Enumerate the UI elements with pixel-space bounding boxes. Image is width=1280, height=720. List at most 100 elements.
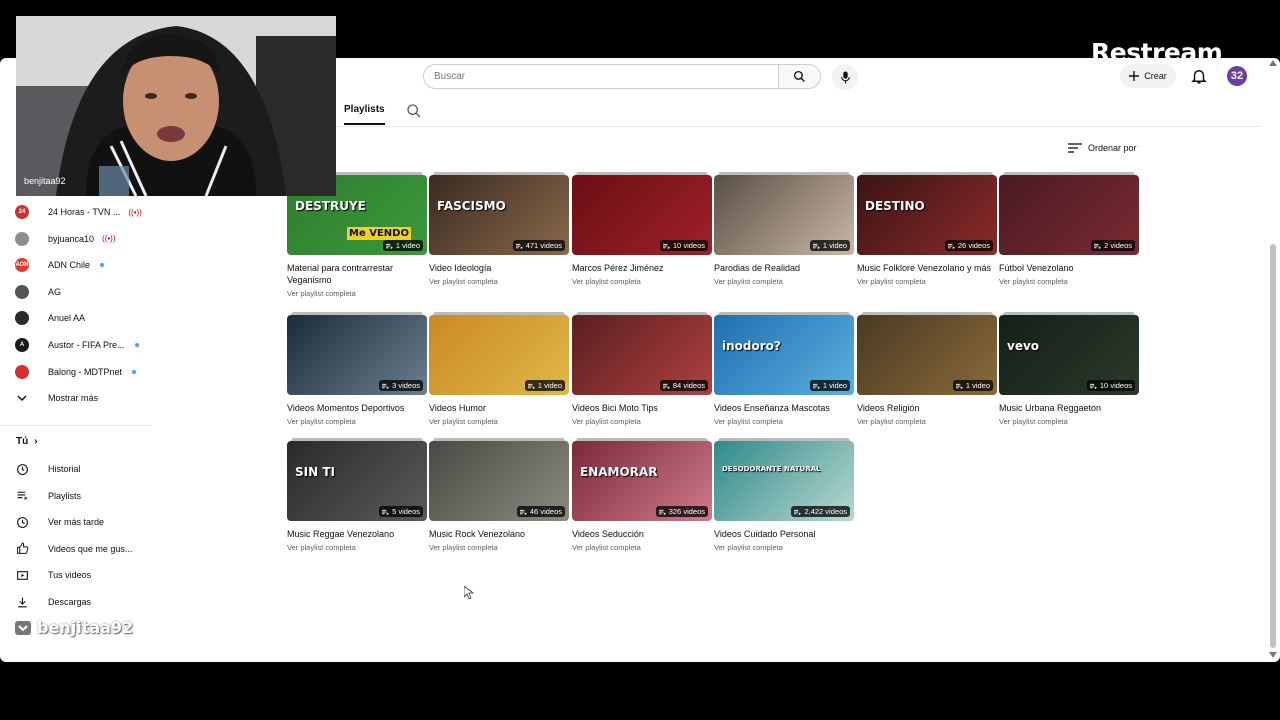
view-full-playlist-link[interactable]: Ver playlist completa bbox=[999, 277, 1139, 286]
thumbnail-image: 10 videos bbox=[572, 175, 712, 255]
channel-avatar-icon bbox=[14, 284, 30, 300]
channel-search-icon[interactable] bbox=[406, 103, 422, 119]
view-full-playlist-link[interactable]: Ver playlist completa bbox=[429, 277, 569, 286]
playlist-card[interactable]: 10 videos Marcos Pérez Jiménez Ver playlis… bbox=[572, 172, 712, 286]
playlist-title[interactable]: Video Ideología bbox=[429, 262, 569, 274]
sort-button[interactable]: Ordenar por bbox=[1068, 143, 1137, 153]
playlist-card[interactable]: vevo 10 videos Music Urbana Reggaeton Ver p… bbox=[999, 312, 1139, 426]
playlist-title[interactable]: Music Reggae Venezolano bbox=[287, 528, 427, 540]
playlist-thumbnail[interactable]: 84 videos bbox=[572, 312, 712, 395]
view-full-playlist-link[interactable]: Ver playlist completa bbox=[572, 277, 712, 286]
playlist-card[interactable]: 3 videos Videos Momentos Deportivos Ver pl… bbox=[287, 312, 427, 426]
playlist-thumbnail[interactable]: vevo 10 videos bbox=[999, 312, 1139, 395]
view-full-playlist-link[interactable]: Ver playlist completa bbox=[857, 277, 997, 286]
playlist-thumbnail[interactable]: ENAMORAR 326 videos bbox=[572, 438, 712, 521]
playlist-title[interactable]: Videos Cuidado Personal bbox=[714, 528, 854, 540]
playlist-title[interactable]: Videos Momentos Deportivos bbox=[287, 402, 427, 414]
view-full-playlist-link[interactable]: Ver playlist completa bbox=[429, 417, 569, 426]
sidebar-you-header[interactable]: Tú › bbox=[16, 436, 38, 447]
playlist-thumbnail[interactable]: inodoro? 1 video bbox=[714, 312, 854, 395]
playlist-thumbnail[interactable]: DESODORANTE NATURAL 2,422 videos bbox=[714, 438, 854, 521]
playlist-thumbnail[interactable]: 1 video bbox=[714, 172, 854, 255]
clock-icon bbox=[14, 514, 30, 530]
playlist-thumbnail[interactable]: 2 videos bbox=[999, 172, 1139, 255]
playlist-title[interactable]: Videos Religión bbox=[857, 402, 997, 414]
sidebar-subscription-item[interactable]: AG bbox=[14, 282, 61, 302]
sidebar-item-thumbs-up[interactable]: Videos que me gus... bbox=[14, 539, 132, 559]
playlist-title[interactable]: Music Folklore Venezolano y más bbox=[857, 262, 997, 274]
view-full-playlist-link[interactable]: Ver playlist completa bbox=[714, 543, 854, 552]
playlist-thumbnail[interactable]: 46 videos bbox=[429, 438, 569, 521]
tab-playlists[interactable]: Playlists bbox=[344, 104, 385, 125]
sidebar-subscription-item[interactable]: Anuel AA bbox=[14, 308, 85, 328]
playlist-icon bbox=[1089, 383, 1097, 389]
sidebar-item-clock[interactable]: Ver más tarde bbox=[14, 512, 104, 532]
playlist-title[interactable]: Parodias de Realidad bbox=[714, 262, 854, 274]
sidebar-show-more[interactable]: Mostrar más bbox=[14, 388, 98, 408]
webcam-overlay: benjitaa92 bbox=[16, 16, 336, 196]
view-full-playlist-link[interactable]: Ver playlist completa bbox=[287, 417, 427, 426]
scrollbar-thumb[interactable] bbox=[1270, 244, 1276, 648]
playlist-card[interactable]: 1 video Parodias de Realidad Ver playlist … bbox=[714, 172, 854, 286]
video-count-text: 471 videos bbox=[525, 241, 562, 250]
playlist-card[interactable]: SIN TI 5 videos Music Reggae Venezolano Ver… bbox=[287, 438, 427, 552]
playlist-thumbnail[interactable]: DESTINO 26 videos bbox=[857, 172, 997, 255]
playlist-thumbnail[interactable]: 1 video bbox=[429, 312, 569, 395]
playlist-thumbnail[interactable]: 1 video bbox=[857, 312, 997, 395]
sidebar-subscription-item[interactable]: Balong - MDTPnet bbox=[14, 362, 137, 382]
sidebar-item-download[interactable]: Descargas bbox=[14, 592, 91, 612]
playlist-title[interactable]: Material para contrarrestar Veganismo bbox=[287, 262, 427, 286]
thumbnail-image: vevo 10 videos bbox=[999, 315, 1139, 395]
playlist-title[interactable]: Videos Humor bbox=[429, 402, 569, 414]
view-full-playlist-link[interactable]: Ver playlist completa bbox=[287, 543, 427, 552]
playlist-card[interactable]: DESODORANTE NATURAL 2,422 videos Videos Cu… bbox=[714, 438, 854, 552]
view-full-playlist-link[interactable]: Ver playlist completa bbox=[999, 417, 1139, 426]
playlist-title[interactable]: Videos Seducción bbox=[572, 528, 712, 540]
account-avatar[interactable]: 32 bbox=[1227, 66, 1247, 86]
playlist-title[interactable]: Fútbol Venezolano bbox=[999, 262, 1139, 274]
tabs-divider bbox=[280, 126, 1260, 127]
playlist-card[interactable]: FASCISMO 471 videos Video Ideología Ver pla… bbox=[429, 172, 569, 286]
view-full-playlist-link[interactable]: Ver playlist completa bbox=[572, 543, 712, 552]
search-button[interactable] bbox=[778, 65, 820, 88]
view-full-playlist-link[interactable]: Ver playlist completa bbox=[714, 277, 854, 286]
voice-search-button[interactable] bbox=[832, 64, 858, 90]
playlist-thumbnail[interactable]: 3 videos bbox=[287, 312, 427, 395]
thumbnail-text: SIN TI bbox=[295, 465, 335, 479]
playlist-card[interactable]: 2 videos Fútbol Venezolano Ver playlist co… bbox=[999, 172, 1139, 286]
sidebar-item-playlists[interactable]: Playlists bbox=[14, 486, 81, 506]
playlist-title[interactable]: Videos Bici Moto Tips bbox=[572, 402, 712, 414]
playlist-title[interactable]: Music Rock Venezolano bbox=[429, 528, 569, 540]
playlist-card[interactable]: 46 videos Music Rock Venezolano Ver playli… bbox=[429, 438, 569, 552]
playlist-title[interactable]: Music Urbana Reggaeton bbox=[999, 402, 1139, 414]
video-count-text: 1 video bbox=[537, 381, 562, 390]
playlist-thumbnail[interactable]: SIN TI 5 videos bbox=[287, 438, 427, 521]
view-full-playlist-link[interactable]: Ver playlist completa bbox=[429, 543, 569, 552]
view-full-playlist-link[interactable]: Ver playlist completa bbox=[857, 417, 997, 426]
playlist-thumbnail[interactable]: FASCISMO 471 videos bbox=[429, 172, 569, 255]
sidebar-item-play-square[interactable]: Tus videos bbox=[14, 565, 91, 585]
view-full-playlist-link[interactable]: Ver playlist completa bbox=[287, 289, 427, 298]
thumbnail-image: 1 video bbox=[714, 175, 854, 255]
search-input[interactable] bbox=[424, 65, 780, 88]
playlist-card[interactable]: inodoro? 1 video Videos Enseñanza Mascotas… bbox=[714, 312, 854, 426]
sidebar-subscription-item[interactable]: 24 24 Horas - TVN ... ((•)) bbox=[14, 202, 142, 222]
playlist-thumbnail[interactable]: 10 videos bbox=[572, 172, 712, 255]
playlist-card[interactable]: 84 videos Videos Bici Moto Tips Ver playli… bbox=[572, 312, 712, 426]
sidebar-item-history[interactable]: Historial bbox=[14, 459, 81, 479]
view-full-playlist-link[interactable]: Ver playlist completa bbox=[714, 417, 854, 426]
playlist-title[interactable]: Marcos Pérez Jiménez bbox=[572, 262, 712, 274]
sidebar-subscription-item[interactable]: byjuanca10 ((•)) bbox=[14, 229, 116, 249]
scroll-up-arrow-icon[interactable] bbox=[1269, 60, 1277, 66]
scroll-down-arrow-icon[interactable] bbox=[1269, 652, 1277, 658]
sidebar-subscription-item[interactable]: ADN ADN Chile bbox=[14, 255, 105, 275]
view-full-playlist-link[interactable]: Ver playlist completa bbox=[572, 417, 712, 426]
create-button[interactable]: Crear bbox=[1120, 64, 1176, 88]
sidebar-subscription-item[interactable]: A Austor - FIFA Pre... bbox=[14, 335, 139, 355]
playlist-title[interactable]: Videos Enseñanza Mascotas bbox=[714, 402, 854, 414]
playlist-card[interactable]: DESTINO 26 videos Music Folklore Venezolan… bbox=[857, 172, 997, 286]
playlist-card[interactable]: 1 video Videos Humor Ver playlist completa bbox=[429, 312, 569, 426]
notifications-bell-icon[interactable] bbox=[1190, 67, 1208, 85]
playlist-card[interactable]: ENAMORAR 326 videos Videos Seducción Ver pl… bbox=[572, 438, 712, 552]
playlist-card[interactable]: 1 video Videos Religión Ver playlist compl… bbox=[857, 312, 997, 426]
